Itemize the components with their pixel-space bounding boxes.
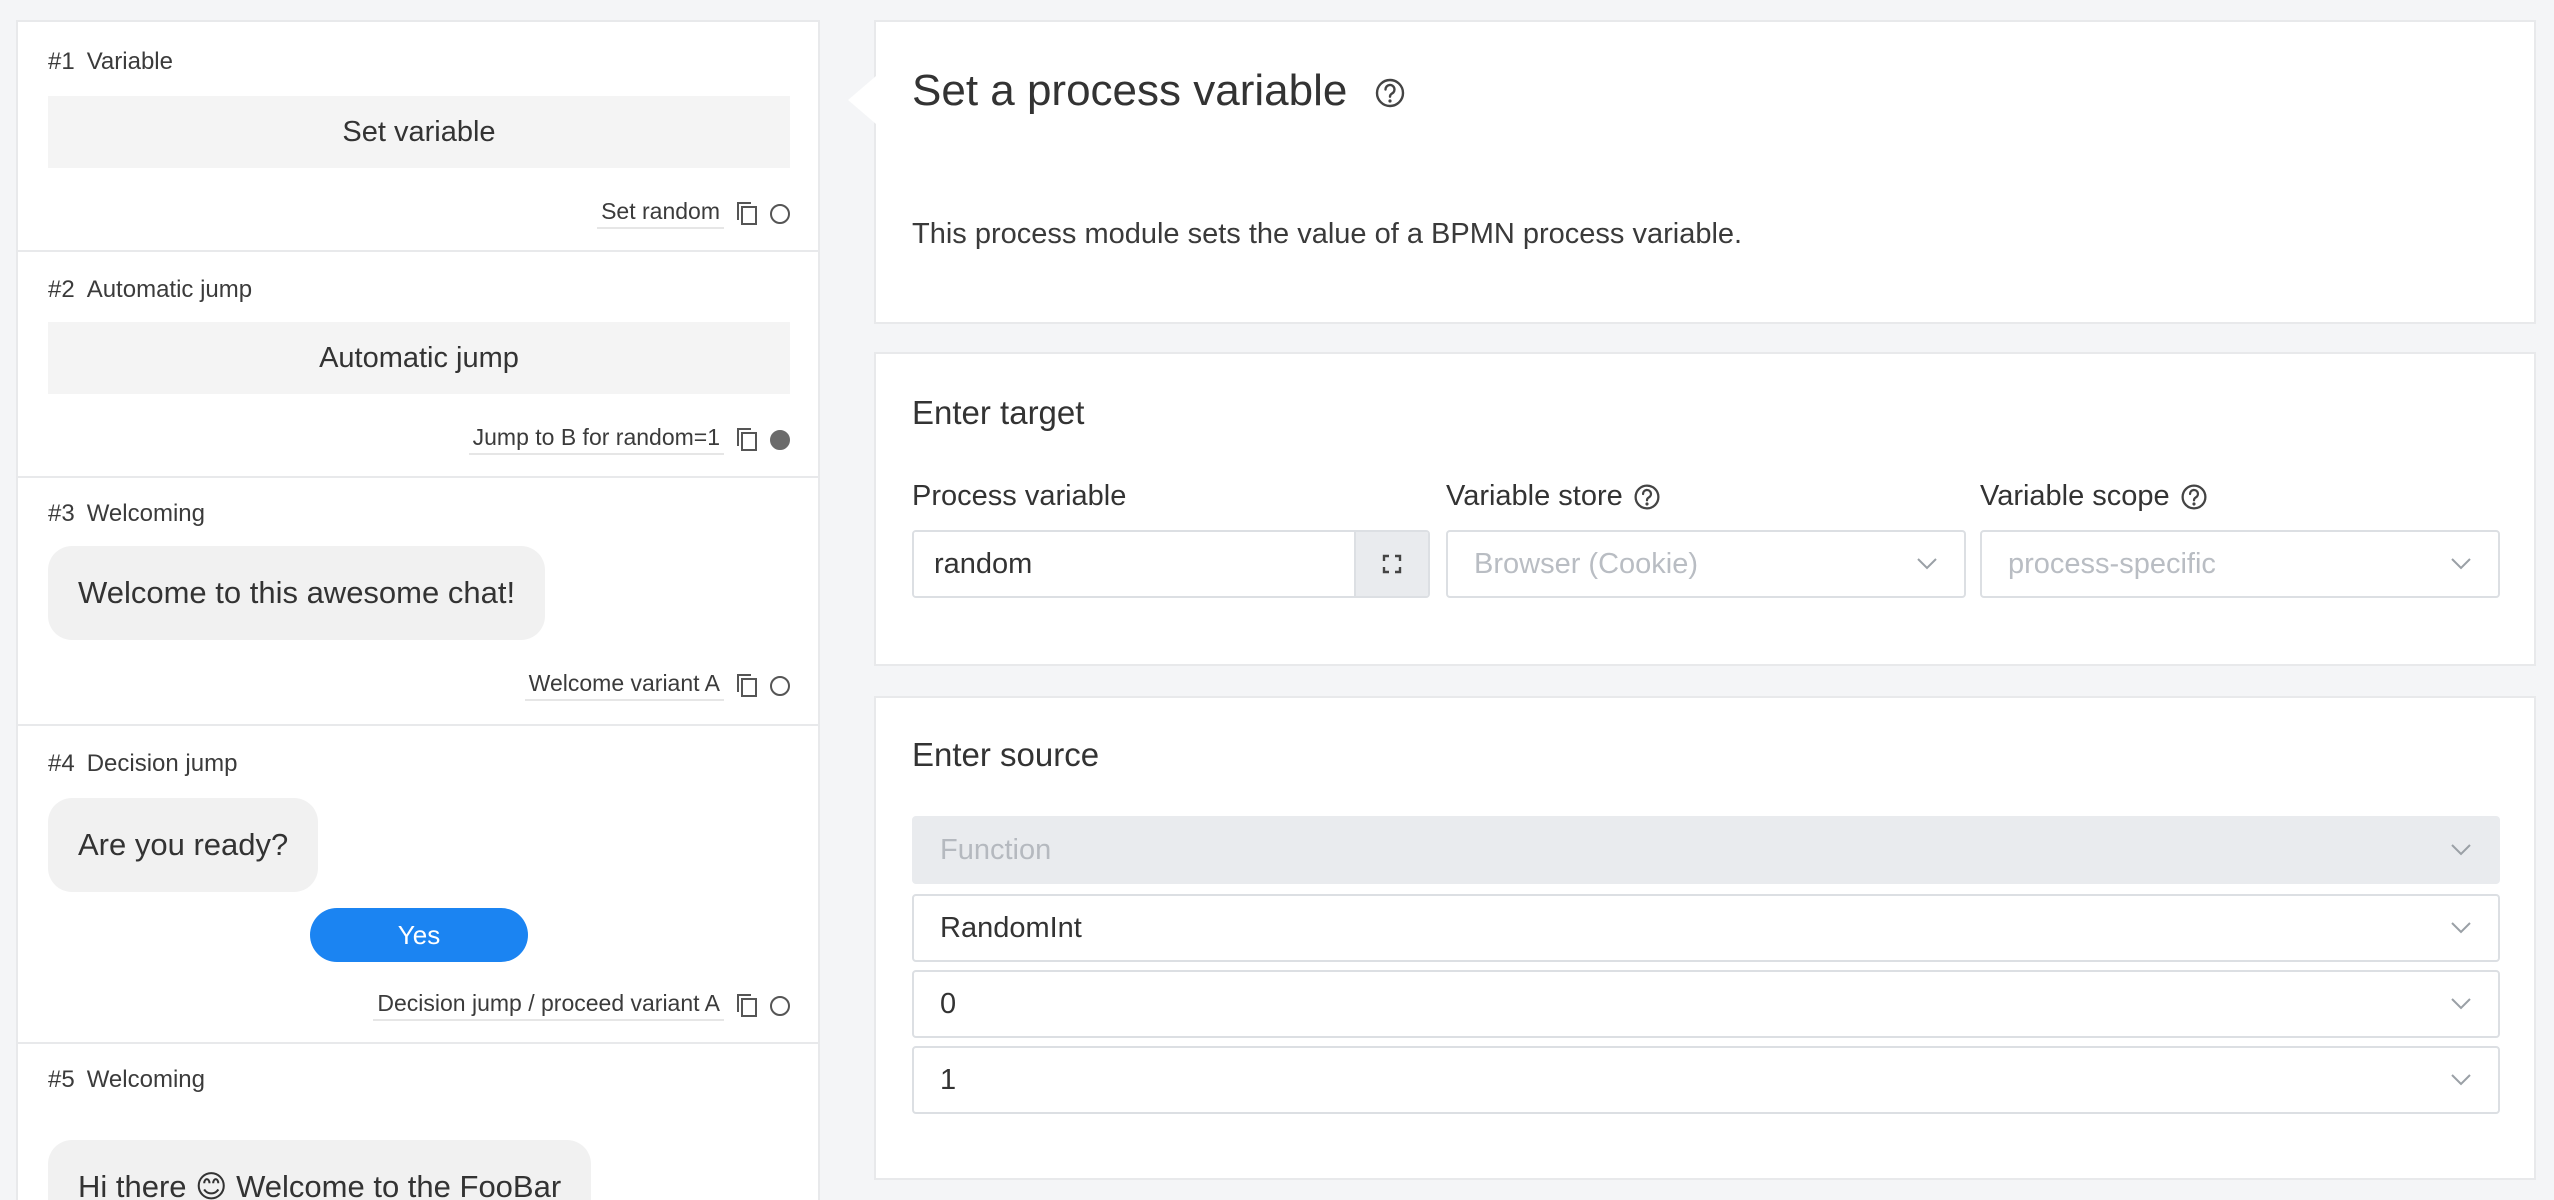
step-type: Decision jump (86, 750, 238, 777)
variable-store-select[interactable]: Browser (Cookie) (1446, 530, 1966, 598)
function-select[interactable]: RandomInt (912, 894, 2500, 962)
step-header: #2 Automatic jump (48, 276, 252, 304)
process-variable-input[interactable] (914, 532, 1354, 596)
chevron-down-icon (2451, 844, 2471, 856)
process-variable-input-group (912, 530, 1430, 598)
set-variable-action[interactable]: Set variable (48, 96, 790, 168)
copy-icon[interactable] (734, 992, 760, 1020)
copy-icon[interactable] (734, 200, 760, 228)
step-type: Automatic jump (86, 276, 253, 303)
variable-scope-label: Variable scope (1980, 480, 2208, 513)
enter-target-card: Enter target Process variable Variable s… (874, 352, 2536, 666)
section-title: Enter source (912, 736, 1100, 773)
copy-icon[interactable] (734, 672, 760, 700)
help-icon[interactable] (2180, 483, 2208, 511)
step-type: Variable (86, 48, 173, 75)
step-type: Welcoming (86, 1066, 205, 1093)
help-icon[interactable] (1633, 483, 1661, 511)
step-header: #3 Welcoming (48, 500, 205, 528)
step-footer: Welcome variant A (524, 670, 790, 701)
function-arg-min-select[interactable]: 0 (912, 970, 2500, 1038)
yes-choice-button[interactable]: Yes (310, 908, 528, 962)
step-label[interactable]: Set random (597, 198, 724, 229)
radio-icon[interactable] (770, 203, 790, 224)
source-type-select[interactable]: Function (912, 816, 2500, 884)
variable-store-label: Variable store (1446, 480, 1661, 513)
step-footer: Set random (597, 198, 790, 229)
chevron-down-icon (1917, 558, 1937, 570)
step-number: #5 (48, 1066, 75, 1093)
step-card[interactable]: #5 Welcoming Hi there 😊 Welcome to the Fo… (18, 1044, 818, 1200)
step-label[interactable]: Welcome variant A (524, 670, 724, 701)
chat-message-bubble[interactable]: Welcome to this awesome chat! (48, 546, 546, 640)
radio-icon[interactable] (770, 995, 790, 1016)
step-type: Welcoming (86, 500, 205, 527)
copy-icon[interactable] (734, 426, 760, 454)
radio-icon[interactable] (770, 675, 790, 696)
card-pointer (848, 76, 876, 124)
step-header: #1 Variable (48, 48, 173, 76)
radio-icon-selected[interactable] (770, 429, 790, 450)
step-card[interactable]: #2 Automatic jump Automatic jump Jump to … (18, 252, 818, 478)
help-icon[interactable] (1374, 77, 1406, 109)
process-variable-label: Process variable (912, 480, 1127, 512)
step-label[interactable]: Jump to B for random=1 (468, 424, 724, 455)
step-card[interactable]: #3 Welcoming Welcome to this awesome chat… (18, 478, 818, 726)
expand-button[interactable] (1354, 532, 1428, 596)
step-number: #4 (48, 750, 75, 777)
step-number: #3 (48, 500, 75, 527)
module-info-card: Set a process variable This process modu… (874, 20, 2536, 324)
step-label[interactable]: Decision jump / proceed variant A (373, 990, 724, 1021)
step-header: #4 Decision jump (48, 750, 237, 778)
expand-icon (1382, 554, 1402, 574)
process-steps-panel: #1 Variable Set variable Set random #2 Aut… (16, 20, 820, 1200)
module-description: This process module sets the value of a … (912, 218, 1743, 250)
variable-scope-select[interactable]: process-specific (1980, 530, 2500, 598)
step-card[interactable]: #1 Variable Set variable Set random (18, 22, 818, 252)
function-arg-max-select[interactable]: 1 (912, 1046, 2500, 1114)
chevron-down-icon (2451, 558, 2471, 570)
step-number: #1 (48, 48, 75, 75)
page-title: Set a process variable (912, 66, 1406, 116)
chevron-down-icon (2451, 1074, 2471, 1086)
step-footer: Decision jump / proceed variant A (373, 990, 790, 1021)
step-number: #2 (48, 276, 75, 303)
chat-message-bubble[interactable]: Are you ready? (48, 798, 319, 892)
step-footer: Jump to B for random=1 (468, 424, 790, 455)
step-header: #5 Welcoming (48, 1066, 205, 1094)
chevron-down-icon (2451, 998, 2471, 1010)
chat-message-bubble[interactable]: Hi there 😊 Welcome to the FooBar (48, 1140, 592, 1200)
automatic-jump-action[interactable]: Automatic jump (48, 322, 790, 394)
section-title: Enter target (912, 394, 1085, 431)
enter-source-card: Enter source Function RandomInt 0 1 (874, 696, 2536, 1180)
chevron-down-icon (2451, 922, 2471, 934)
step-card[interactable]: #4 Decision jump Are you ready? Yes Decis… (18, 726, 818, 1044)
